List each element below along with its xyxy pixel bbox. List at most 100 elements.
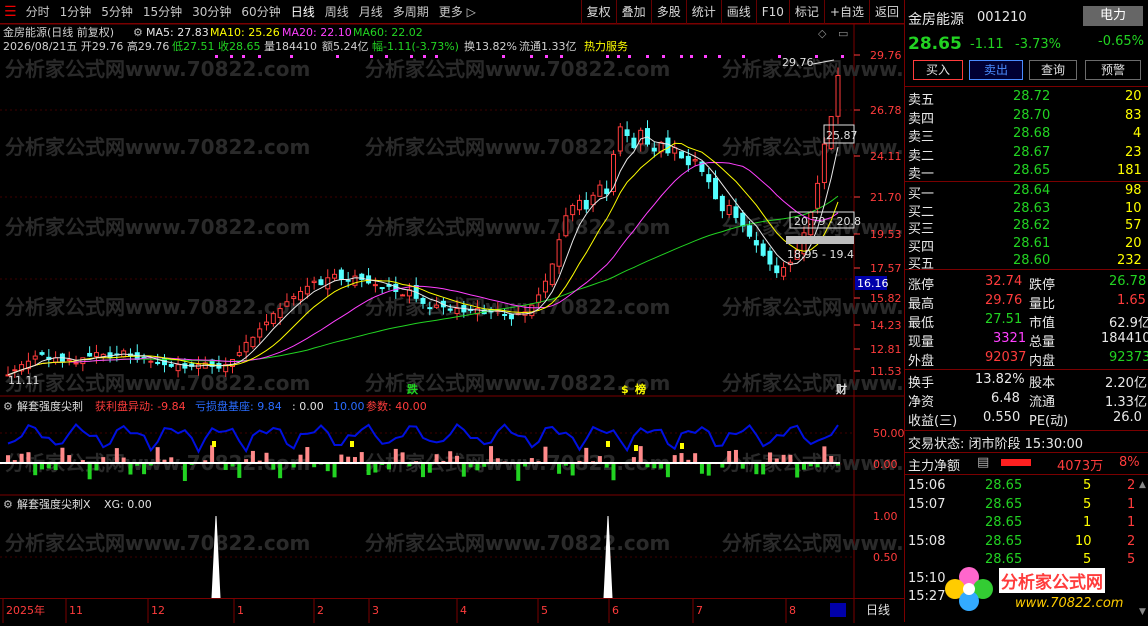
- tool-button-7[interactable]: +自选: [823, 0, 869, 24]
- ind1-bar: [278, 463, 283, 479]
- candle-body: [542, 280, 548, 293]
- period-tab-8[interactable]: 月线: [354, 3, 388, 20]
- signal-dot: [370, 55, 373, 58]
- ind1-bar: [455, 455, 460, 463]
- quote-cell: 5: [1083, 496, 1092, 512]
- signal-dot: [628, 55, 631, 58]
- event-mark-finance[interactable]: 财: [835, 382, 847, 396]
- ind1-bar: [795, 463, 800, 478]
- ind1-spike-top: [680, 443, 684, 449]
- quote-cell: 15:08: [908, 533, 946, 549]
- ind1-bar: [584, 447, 589, 463]
- svg-text:分析家公式网www.70822.com: 分析家公式网www.70822.com: [5, 215, 310, 239]
- logo-url: www.70822.com: [1015, 596, 1124, 611]
- ind1-param: 参数: 40.00: [366, 399, 427, 413]
- period-tab-2[interactable]: 5分钟: [96, 3, 138, 20]
- price-tick: 26.78: [870, 104, 902, 117]
- month-label: 5: [541, 604, 548, 617]
- quote-cell: 92037: [985, 350, 1027, 365]
- ind1-bar: [693, 453, 698, 463]
- candle-body: [563, 215, 569, 237]
- quote-cell: 26.0: [1113, 410, 1142, 425]
- quote-cell: 换手: [908, 376, 935, 391]
- period-tabs: 分时 1分钟 5分钟 15分钟 30分钟 60分钟 日线 周线 月线 多周期 更多 ▷: [21, 3, 481, 20]
- ohlc-range: 幅-1.11(-3.73%): [372, 40, 459, 53]
- ma5-line: [7, 136, 839, 376]
- kline-chart: 分析家公式网www.70822.com 分析家公式网www.70822.com 分析…: [0, 23, 1027, 599]
- expand-icon[interactable]: ▭: [838, 27, 848, 40]
- tool-button-8[interactable]: 返回: [868, 0, 904, 24]
- scroll-up-icon[interactable]: ▲: [1139, 480, 1146, 490]
- svg-text:分析家公式网www.70822.com: 分析家公式网www.70822.com: [5, 371, 310, 395]
- bottom-period-label[interactable]: 日线: [866, 603, 890, 617]
- menu-icon[interactable]: ☰: [0, 4, 21, 20]
- query-button[interactable]: 查询: [1029, 60, 1077, 80]
- tool-button-3[interactable]: 统计: [685, 0, 721, 24]
- tool-button-4[interactable]: 画线: [720, 0, 756, 24]
- candle-body: [733, 206, 739, 218]
- period-tab-9[interactable]: 多周期: [388, 3, 434, 20]
- period-tab-6[interactable]: 日线: [286, 3, 320, 20]
- ind1-bar: [33, 463, 38, 476]
- chart-area[interactable]: 分析家公式网www.70822.com 分析家公式网www.70822.com 分析…: [0, 23, 1027, 599]
- ind1-bar: [761, 463, 766, 475]
- quote-cell: 83: [1125, 107, 1142, 123]
- candle-body: [454, 308, 460, 315]
- quote-cell: 卖五: [908, 93, 935, 108]
- quote-cell: 28.65: [985, 478, 1023, 493]
- candle-body: [549, 263, 555, 286]
- candle-body: [175, 364, 181, 372]
- period-tab-1[interactable]: 1分钟: [55, 3, 97, 20]
- quote-cell: 98: [1125, 183, 1142, 198]
- signal-dot: [704, 55, 707, 58]
- scroll-down-icon[interactable]: ▼: [1139, 607, 1146, 617]
- sector-badge[interactable]: 电力: [1083, 6, 1143, 26]
- quote-cell: 27.51: [985, 312, 1023, 327]
- event-mark-dollar[interactable]: $: [621, 383, 629, 396]
- ohlc-float: 流通1.33亿: [519, 39, 577, 53]
- ind1-settings-icon[interactable]: ⚙: [3, 400, 13, 413]
- tool-button-6[interactable]: 标记: [788, 0, 824, 24]
- quote-cell: 2: [1127, 478, 1136, 493]
- quote-cell: 买一: [908, 187, 935, 202]
- collapse-icon[interactable]: ◇: [818, 27, 827, 40]
- stock-name: 金房能源: [908, 12, 964, 28]
- candle-body: [284, 301, 290, 307]
- alert-button[interactable]: 预警: [1085, 60, 1141, 80]
- buy-button[interactable]: 买入: [913, 60, 963, 80]
- quote-cell: 15:07: [908, 496, 946, 512]
- settings-icon[interactable]: ⚙: [133, 26, 143, 39]
- period-tab-7[interactable]: 周线: [320, 3, 354, 20]
- period-tab-10[interactable]: 更多 ▷: [434, 3, 481, 20]
- ind1-bar: [339, 454, 344, 463]
- event-mark-drop[interactable]: 跌: [407, 382, 419, 396]
- price-tick: 19.53: [870, 228, 902, 241]
- signal-dot: [815, 55, 818, 58]
- sell-button[interactable]: 卖出: [969, 60, 1023, 80]
- signal-dot: [336, 55, 339, 58]
- ind2-axis-1: 1.00: [873, 510, 898, 523]
- ma10-label: MA10: 25.26: [210, 26, 280, 39]
- ind1-bar: [94, 463, 99, 471]
- flow-menu-icon[interactable]: ▤: [977, 455, 989, 470]
- candle-body: [767, 250, 773, 265]
- flow-bar: [1001, 459, 1031, 466]
- tool-button-5[interactable]: F10: [755, 0, 789, 24]
- period-tab-4[interactable]: 30分钟: [187, 3, 236, 20]
- period-tab-3[interactable]: 15分钟: [138, 3, 187, 20]
- signal-dot: [646, 55, 649, 58]
- ind1-bar: [53, 463, 58, 471]
- ind2-settings-icon[interactable]: ⚙: [3, 498, 13, 511]
- tool-button-0[interactable]: 复权: [580, 0, 616, 24]
- ind1-bar: [128, 463, 133, 475]
- period-tab-5[interactable]: 60分钟: [236, 3, 285, 20]
- tool-button-1[interactable]: 叠加: [615, 0, 651, 24]
- period-tab-0[interactable]: 分时: [21, 3, 55, 20]
- tool-button-2[interactable]: 多股: [650, 0, 686, 24]
- event-mark-rank[interactable]: 榜: [635, 382, 646, 396]
- candle-body: [87, 352, 93, 357]
- tool-buttons: 复权 叠加 多股 统计 画线 F10 标记 +自选 返回: [580, 0, 904, 24]
- ind1-bar: [829, 456, 834, 463]
- price-marker-text: 16.16: [857, 277, 889, 290]
- quote-cell: 62.9亿: [1109, 316, 1148, 331]
